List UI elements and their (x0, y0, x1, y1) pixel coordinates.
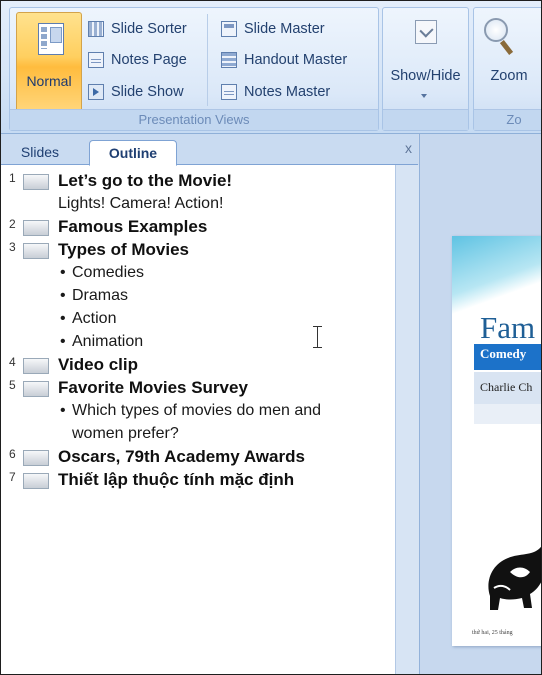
normal-view-icon (38, 23, 64, 55)
presentation-views-group-label: Presentation Views (10, 109, 378, 130)
outline-pane: Slides Outline x 1 Let’s go to the Movie… (1, 134, 419, 674)
slide-number: 6 (9, 447, 16, 461)
slide-title[interactable]: Types of Movies (58, 238, 189, 261)
slide-sorter-icon (88, 21, 104, 37)
slide-icon[interactable] (23, 358, 49, 374)
bullet-item[interactable]: Dramas (60, 284, 128, 307)
slide-title[interactable]: Let’s go to the Movie! (58, 169, 232, 192)
notes-page-button[interactable]: Notes Page (88, 47, 187, 73)
bullet-item[interactable]: Animation (60, 330, 143, 353)
bullet-item[interactable]: Action (60, 307, 117, 330)
slide-title[interactable]: Video clip (58, 353, 138, 376)
presentation-views-group: Normal Slide Sorter Notes Page Slide Sho… (9, 7, 379, 131)
slide-master-icon (221, 21, 237, 37)
text-cursor-icon (313, 325, 323, 349)
slide-number: 5 (9, 378, 16, 392)
slide-number: 4 (9, 355, 16, 369)
slide-icon[interactable] (23, 450, 49, 466)
notes-master-icon (221, 84, 237, 100)
powerpoint-window: Normal Slide Sorter Notes Page Slide Sho… (0, 0, 542, 675)
slide-title[interactable]: Favorite Movies Survey (58, 376, 248, 399)
pane-tabs: Slides Outline x (1, 134, 418, 166)
slide-sorter-label: Slide Sorter (111, 21, 187, 37)
show-hide-icon (415, 20, 437, 44)
slide-title[interactable]: Oscars, 79th Academy Awards (58, 445, 305, 468)
slide-date-footer: thứ hai, 25 tháng (472, 630, 513, 636)
slide-table-header[interactable]: Comedy (474, 344, 541, 370)
zoom-group: Zoom Zo (473, 7, 541, 131)
normal-view-button[interactable]: Normal (16, 12, 82, 112)
chevron-down-icon (421, 94, 427, 98)
slide-title[interactable]: Famous Examples (58, 215, 207, 238)
normal-view-label: Normal (26, 73, 72, 89)
tab-outline[interactable]: Outline (89, 140, 177, 166)
slide-table-row (474, 404, 541, 424)
slide-icon[interactable] (23, 381, 49, 397)
slide-icon[interactable] (23, 220, 49, 236)
notes-page-label: Notes Page (111, 52, 187, 68)
show-hide-group: Show/Hide (382, 7, 469, 131)
slide-number: 2 (9, 217, 16, 231)
slide-show-icon (88, 84, 104, 100)
slide-body-text[interactable]: Lights! Camera! Action! (58, 192, 223, 215)
slide-number: 1 (9, 171, 16, 185)
show-hide-button[interactable]: Show/Hide (383, 8, 468, 110)
handout-master-label: Handout Master (244, 52, 348, 68)
slide-number: 7 (9, 470, 16, 484)
slide-background-wave (452, 236, 541, 316)
handout-master-button[interactable]: Handout Master (221, 47, 347, 73)
notes-master-label: Notes Master (244, 84, 331, 100)
tab-slides[interactable]: Slides (7, 140, 73, 164)
slide-master-label: Slide Master (244, 21, 325, 37)
dinosaur-clipart-icon (488, 546, 541, 610)
bullet-item[interactable]: Which types of movies do men and (60, 399, 321, 422)
handout-master-icon (221, 52, 237, 68)
slide-table-cell[interactable]: Charlie Ch (474, 372, 541, 404)
group-separator (207, 14, 208, 106)
slide-icon[interactable] (23, 174, 49, 190)
slide-title[interactable]: Thiết lập thuộc tính mặc định (58, 468, 294, 491)
zoom-label: Zoom (490, 68, 528, 84)
ribbon-view-tab: Normal Slide Sorter Notes Page Slide Sho… (1, 1, 541, 134)
notes-page-icon (88, 52, 104, 68)
slide-sorter-button[interactable]: Slide Sorter (88, 16, 187, 42)
show-hide-group-label (383, 109, 468, 130)
slide-show-button[interactable]: Slide Show (88, 79, 184, 105)
close-icon[interactable]: x (405, 140, 412, 156)
zoom-group-label: Zo (474, 109, 541, 130)
slide-preview-title[interactable]: Fam (480, 310, 535, 346)
pane-scrollbar[interactable] (395, 165, 419, 674)
show-hide-label: Show/Hide (390, 68, 461, 84)
slide-icon[interactable] (23, 473, 49, 489)
bullet-item[interactable]: Comedies (60, 261, 144, 284)
magnifier-icon (484, 18, 508, 42)
slide-master-button[interactable]: Slide Master (221, 16, 325, 42)
notes-master-button[interactable]: Notes Master (221, 79, 330, 105)
bullet-item-continuation[interactable]: women prefer? (72, 422, 179, 445)
slide-number: 3 (9, 240, 16, 254)
slide-editing-area[interactable]: Fam Comedy Charlie Ch thứ hai, 25 tháng (419, 134, 541, 674)
slide-icon[interactable] (23, 243, 49, 259)
zoom-button[interactable]: Zoom (474, 8, 541, 110)
slide-show-label: Slide Show (111, 84, 184, 100)
slide-preview[interactable]: Fam Comedy Charlie Ch thứ hai, 25 tháng (452, 236, 541, 646)
